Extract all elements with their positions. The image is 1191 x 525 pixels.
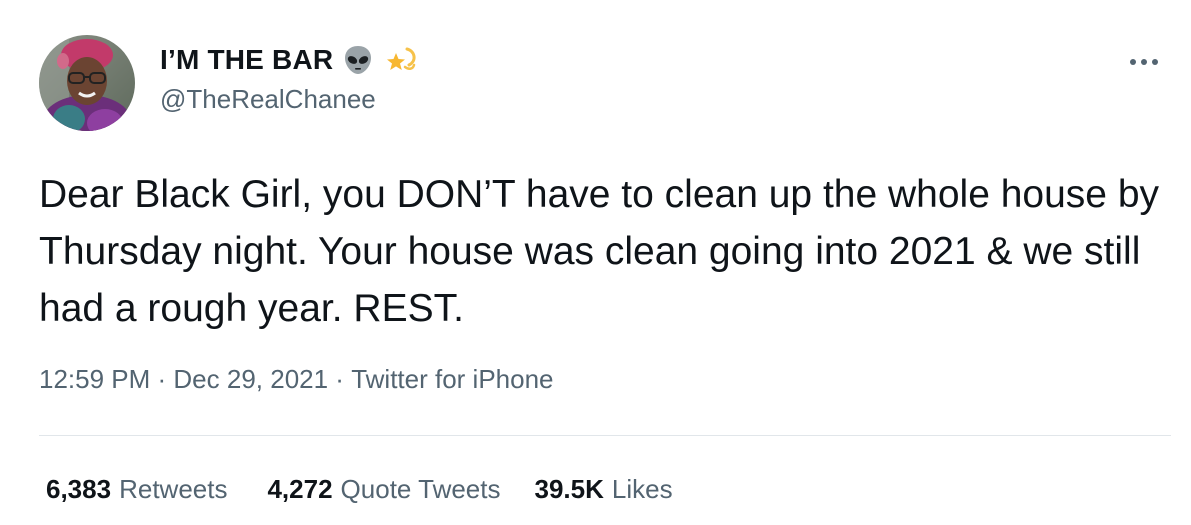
quote-tweets-stat[interactable]: 4,272 Quote Tweets (267, 474, 500, 505)
display-name[interactable]: I’M THE BAR (160, 44, 333, 76)
avatar-image (39, 35, 135, 131)
tweet-text: Dear Black Girl, you DON’T have to clean… (39, 173, 1170, 330)
likes-stat[interactable]: 39.5K Likes (535, 474, 673, 505)
tweet-card: I’M THE BAR @TheRealChanee Dear Black Gi… (0, 0, 1191, 525)
likes-count: 39.5K (534, 474, 604, 504)
display-name-row: I’M THE BAR (160, 40, 417, 80)
divider (39, 435, 1171, 436)
dizzy-star-emoji-icon (383, 43, 417, 77)
tweet-stats: 6,383 Retweets 4,272 Quote Tweets 39.5K Lik… (46, 474, 673, 505)
tweet-meta: 12:59 PM · Dec 29, 2021 · Twitter for iP… (39, 364, 554, 395)
likes-label: Likes (611, 474, 673, 504)
tweet-source[interactable]: Twitter for iPhone (351, 364, 553, 395)
meta-separator: · (150, 364, 174, 394)
more-horizontal-icon (1130, 59, 1158, 65)
avatar[interactable] (39, 35, 135, 131)
retweets-count: 6,383 (46, 474, 112, 504)
retweets-label: Retweets (119, 474, 228, 504)
retweets-stat[interactable]: 6,383 Retweets (46, 474, 227, 505)
alien-emoji-icon (341, 43, 375, 77)
meta-separator: · (328, 364, 352, 394)
tweet-time[interactable]: 12:59 PM (39, 364, 150, 395)
quote-tweets-count: 4,272 (267, 474, 333, 504)
tweet-date[interactable]: Dec 29, 2021 (173, 364, 328, 395)
quote-tweets-label: Quote Tweets (340, 474, 501, 504)
more-options-button[interactable] (1124, 44, 1164, 80)
user-handle[interactable]: @TheRealChanee (160, 84, 376, 115)
